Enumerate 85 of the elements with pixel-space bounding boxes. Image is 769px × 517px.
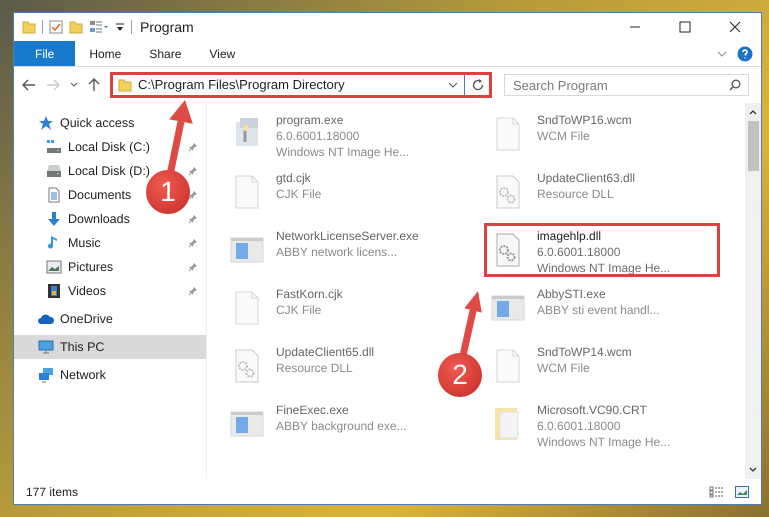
recent-locations-icon[interactable] xyxy=(70,82,78,88)
details-view-icon[interactable] xyxy=(709,486,725,498)
sidebar-item[interactable]: Music xyxy=(68,234,101,252)
scroll-up-icon[interactable] xyxy=(749,109,757,115)
file-name[interactable]: FastKorn.cjk xyxy=(276,286,343,302)
pin-icon[interactable] xyxy=(188,214,198,224)
file-name[interactable]: FineExec.exe xyxy=(276,402,407,418)
file-detail: WCM File xyxy=(537,360,591,376)
file-detail: Resource DLL xyxy=(276,360,354,376)
up-arrow-icon[interactable] xyxy=(88,78,100,92)
window-title: Program xyxy=(140,18,194,37)
file-detail: Windows NT Image He... xyxy=(537,260,670,276)
file-detail: ABBY background exe... xyxy=(276,418,407,434)
file-name[interactable]: SndToWP14.wcm xyxy=(537,344,632,360)
ribbon-tab[interactable]: View xyxy=(195,41,250,66)
down-arrow-icon xyxy=(46,211,62,227)
address-bar[interactable]: C:\Program Files\Program Directory xyxy=(110,72,492,98)
search-icon xyxy=(729,79,741,91)
close-icon[interactable] xyxy=(729,21,741,33)
file-detail: 6.0.6001.18000 xyxy=(276,128,360,144)
maximize-icon[interactable] xyxy=(679,21,691,33)
sidebar-item[interactable]: Network xyxy=(60,366,106,384)
film-icon xyxy=(46,283,62,299)
sidebar-item[interactable]: Local Disk (C:) xyxy=(68,138,150,156)
file-detail: ABBY network licens... xyxy=(276,244,398,260)
drive-icon xyxy=(46,139,62,155)
picture-icon xyxy=(46,259,62,275)
folder-icon xyxy=(118,78,132,92)
folder-icon[interactable] xyxy=(22,20,36,34)
pin-icon[interactable] xyxy=(188,142,198,152)
sidebar-item[interactable]: OneDrive xyxy=(60,310,113,328)
folder-icon[interactable] xyxy=(69,20,83,34)
file-name[interactable]: imagehlp.dll xyxy=(537,228,670,244)
file-name[interactable]: AbbySTI.exe xyxy=(537,286,660,302)
help-icon[interactable] xyxy=(737,46,753,62)
pin-icon[interactable] xyxy=(188,166,198,176)
file-name[interactable]: Microsoft.VC90.CRT xyxy=(537,402,670,418)
file-name[interactable]: SndToWP16.wcm xyxy=(537,112,632,128)
sidebar-item[interactable]: Videos xyxy=(68,282,106,300)
file-detail: Resource DLL xyxy=(537,186,615,202)
forward-arrow-icon[interactable] xyxy=(46,79,60,91)
sidebar-item[interactable]: Quick access xyxy=(60,114,134,132)
back-arrow-icon[interactable] xyxy=(22,79,36,91)
drive-icon xyxy=(46,163,62,179)
checklist-icon[interactable] xyxy=(49,20,63,34)
file-detail: Windows NT Image He... xyxy=(276,144,410,160)
network-icon xyxy=(38,367,54,383)
properties-icon[interactable] xyxy=(89,20,109,34)
address-path: C:\Program Files\Program Directory xyxy=(138,76,346,94)
pin-icon[interactable] xyxy=(188,190,198,200)
sidebar-item[interactable]: Documents xyxy=(68,186,132,204)
file-name[interactable]: gtd.cjk xyxy=(276,170,322,186)
monitor-icon xyxy=(38,339,54,355)
scroll-down-icon[interactable] xyxy=(749,467,757,473)
ribbon-tab[interactable]: File xyxy=(14,41,76,66)
refresh-icon[interactable] xyxy=(471,78,485,92)
pin-icon[interactable] xyxy=(188,262,198,272)
sidebar-item[interactable]: Downloads xyxy=(68,210,130,228)
ribbon-tab[interactable]: Home xyxy=(75,41,136,66)
file-detail: WCM File xyxy=(537,128,591,144)
scrollbar-thumb[interactable] xyxy=(748,121,758,171)
file-name[interactable]: NetworkLicenseServer.exe xyxy=(276,228,419,244)
file-detail: 6.0.6001.18000 xyxy=(537,244,622,260)
file-detail: Windows NT Image He... xyxy=(537,434,670,450)
selected-row-highlight[interactable]: This PC xyxy=(14,335,206,359)
pin-icon[interactable] xyxy=(188,238,198,248)
dropdown-icon[interactable] xyxy=(448,81,458,89)
chevron-icon[interactable] xyxy=(717,48,727,58)
file-name[interactable]: UpdateClient63.dll xyxy=(537,170,636,186)
dropdown-icon[interactable] xyxy=(115,21,125,33)
file-name[interactable]: UpdateClient65.dll xyxy=(276,344,374,360)
file-detail: ABBY sti event handl... xyxy=(537,302,660,318)
file-detail: CJK File xyxy=(276,302,322,318)
document-icon xyxy=(46,187,62,203)
pin-icon[interactable] xyxy=(188,286,198,296)
item-count: 177 items xyxy=(26,484,78,500)
sidebar-item[interactable]: This PC xyxy=(60,338,104,356)
star-icon xyxy=(38,115,54,131)
sidebar-item[interactable]: Pictures xyxy=(68,258,114,276)
file-detail: CJK File xyxy=(276,186,322,202)
file-name[interactable]: program.exe xyxy=(276,112,410,128)
large-icons-view-icon[interactable] xyxy=(735,486,749,498)
search-field[interactable]: Search Program xyxy=(504,74,749,96)
ribbon-tab[interactable]: Share xyxy=(135,41,196,66)
file-detail: 6.0.6001.18000 xyxy=(537,418,622,434)
